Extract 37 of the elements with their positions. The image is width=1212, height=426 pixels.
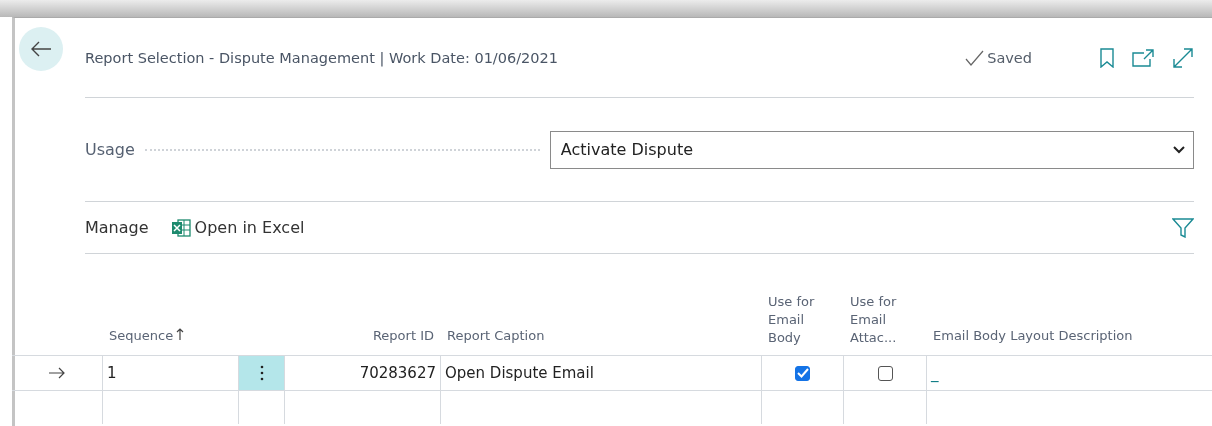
- page-title: Report Selection - Dispute Management | Work Date: 01/06/2021: [85, 49, 559, 66]
- table-cell: 70283627: [359, 364, 436, 382]
- table-cell[interactable]: [284, 390, 440, 424]
- column-header[interactable]: Sequence: [109, 327, 185, 345]
- back-button[interactable]: [19, 27, 63, 71]
- table-cell[interactable]: [440, 390, 761, 424]
- bookmark-icon[interactable]: [1100, 47, 1114, 68]
- filter-icon[interactable]: [1172, 217, 1194, 238]
- more-icon: [259, 365, 264, 381]
- expand-icon[interactable]: [1172, 46, 1194, 69]
- manage-button[interactable]: Manage: [85, 218, 149, 237]
- checkbox[interactable]: [877, 365, 893, 381]
- open-in-excel-button[interactable]: Open in Excel: [170, 218, 305, 237]
- pop-out-icon[interactable]: [1132, 48, 1154, 67]
- chevron-down-icon: [1173, 145, 1185, 154]
- save-status: Saved: [987, 49, 1032, 66]
- spreadsheet-icon: [170, 218, 191, 237]
- table-cell: Open Dispute Email: [445, 364, 594, 382]
- table-cell[interactable]: [843, 390, 926, 424]
- table-cell[interactable]: [761, 390, 843, 424]
- table-cell: _: [931, 364, 939, 382]
- table-cell[interactable]: [926, 390, 1212, 424]
- column-header[interactable]: Use for Email Attac...: [850, 293, 920, 347]
- usage-dropdown[interactable]: Activate Dispute: [549, 130, 1194, 169]
- usage-label: Usage: [85, 140, 135, 159]
- table-cell: 1: [107, 364, 117, 382]
- table-cell[interactable]: [102, 390, 238, 424]
- row-menu-button[interactable]: [238, 355, 284, 390]
- table-cell[interactable]: [238, 390, 284, 424]
- column-header[interactable]: Email Body Layout Description: [933, 327, 1133, 345]
- column-header[interactable]: Report Caption: [447, 327, 545, 345]
- checkbox[interactable]: [795, 365, 810, 381]
- column-header[interactable]: Use for Email Body: [768, 293, 837, 347]
- check-icon: [965, 49, 985, 66]
- column-header[interactable]: Report ID: [372, 327, 434, 345]
- back-arrow-icon: [30, 41, 52, 57]
- sort-arrow-icon: [176, 328, 185, 340]
